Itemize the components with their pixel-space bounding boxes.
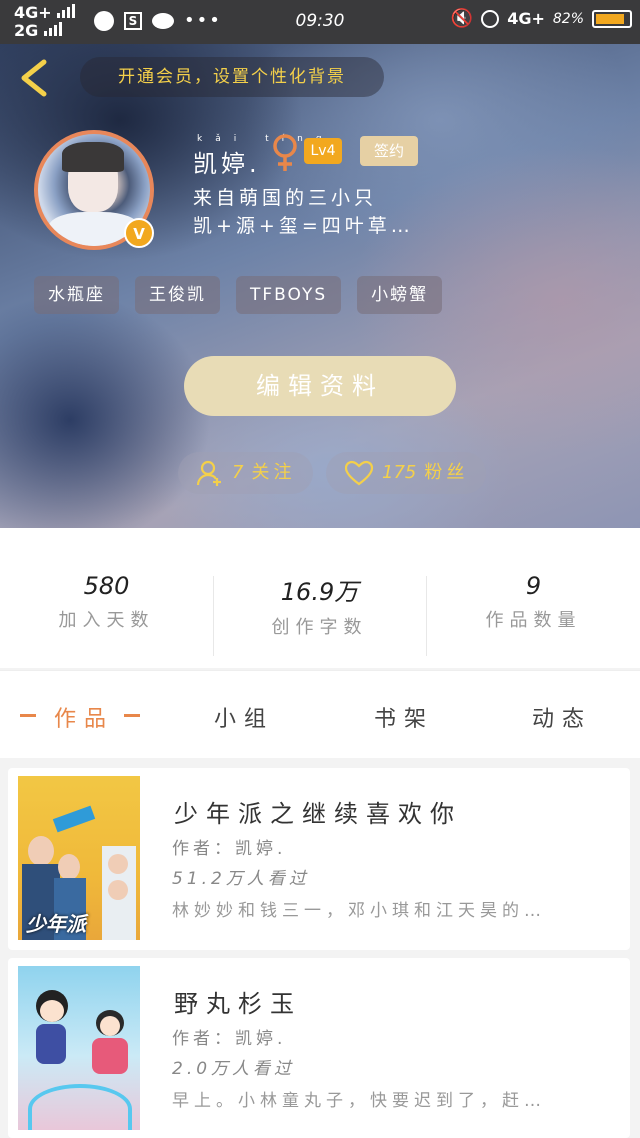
book-cover-image: 少年派 <box>18 776 140 940</box>
book-title[interactable]: 少年派之继续喜欢你 <box>174 794 462 829</box>
stat-word-count: 16.9万 创作字数 <box>213 572 426 639</box>
tab-bar: 作品 小组 书架 动态 <box>0 670 640 758</box>
battery-icon <box>592 9 632 28</box>
stat-value: 580 <box>83 572 130 600</box>
follow-button[interactable]: 7 关注 <box>178 452 314 494</box>
book-author: 作者：凯婷. <box>172 839 287 859</box>
fans-count: 175 <box>382 462 417 483</box>
book-title[interactable]: 野丸杉玉 <box>174 984 302 1019</box>
book-description: 林妙妙和钱三一，邓小琪和江天昊的… <box>172 901 546 921</box>
tag-item[interactable]: TFBOYS <box>236 276 342 314</box>
book-card[interactable]: 少年派 少年派之继续喜欢你 作者：凯婷. 51.2万人看过 林妙妙和钱三一，邓小… <box>8 768 630 950</box>
tab-indicator-left <box>20 714 36 717</box>
tab-indicator-right <box>124 714 140 717</box>
book-views: 51.2万人看过 <box>172 869 310 889</box>
tab-activity[interactable]: 动态 <box>532 701 592 733</box>
edit-profile-button[interactable]: 编辑资料 <box>184 356 456 416</box>
stat-value: 9 <box>525 572 542 600</box>
book-author: 作者：凯婷. <box>172 1029 287 1049</box>
status-bar: 4G+ 2G S ••• 09:30 🔇 4G+ 82% <box>0 0 640 44</box>
user-name-text: 凯婷. <box>193 150 261 178</box>
profile-header: 4G+ 2G S ••• 09:30 🔇 4G+ 82% 开通会员，设置个性化背… <box>0 0 640 528</box>
book-cover-image <box>18 966 140 1130</box>
female-gender-icon <box>273 134 297 171</box>
bio-line: 凯+源+玺=四叶草… <box>193 215 414 237</box>
stat-label: 作品数量 <box>485 610 582 631</box>
network-type-right: 4G+ <box>507 9 545 28</box>
status-right: 🔇 4G+ 82% <box>451 8 632 29</box>
stat-label: 创作字数 <box>271 617 368 638</box>
tab-groups[interactable]: 小组 <box>214 701 274 733</box>
follow-label: 关注 <box>251 462 296 483</box>
fans-label: 粉丝 <box>424 462 469 483</box>
add-user-icon <box>196 460 221 486</box>
book-description: 早上。小林童丸子，快要迟到了，赶… <box>172 1091 546 1111</box>
book-views: 2.0万人看过 <box>172 1059 296 1079</box>
fans-button[interactable]: 175 粉丝 <box>326 452 487 494</box>
stat-label: 加入天数 <box>58 610 155 631</box>
tab-bookshelf[interactable]: 书架 <box>374 701 434 733</box>
tag-item[interactable]: 小螃蟹 <box>357 276 443 314</box>
alarm-icon <box>481 9 500 28</box>
tab-works[interactable]: 作品 <box>54 701 114 733</box>
verified-badge-icon: V <box>124 218 154 248</box>
book-card[interactable]: 野丸杉玉 作者：凯婷. 2.0万人看过 早上。小林童丸子，快要迟到了，赶… <box>8 958 630 1138</box>
stat-value: 16.9万 <box>280 578 359 606</box>
mute-icon: 🔇 <box>450 8 474 29</box>
stat-works-count: 9 作品数量 <box>427 572 640 632</box>
heart-icon <box>344 460 374 486</box>
tag-item[interactable]: 水瓶座 <box>34 276 119 314</box>
battery-percent: 82% <box>552 10 584 27</box>
stats-panel: 580 加入天数 16.9万 创作字数 9 作品数量 <box>0 528 640 668</box>
bio: 来自萌国的三小只 凯+源+玺=四叶草… <box>193 184 423 240</box>
signed-badge: 签约 <box>360 136 418 166</box>
tag-list: 水瓶座 王俊凯 TFBOYS 小螃蟹 <box>34 276 443 314</box>
level-badge: Lv4 <box>304 138 342 164</box>
back-arrow-icon[interactable] <box>16 58 52 98</box>
tag-item[interactable]: 王俊凯 <box>135 276 220 314</box>
follow-count: 7 <box>232 462 244 483</box>
book-cover-title: 少年派 <box>26 912 86 936</box>
bio-line: 来自萌国的三小只 <box>193 187 378 209</box>
stat-join-days: 580 加入天数 <box>0 572 213 632</box>
vip-banner[interactable]: 开通会员，设置个性化背景 <box>80 57 384 97</box>
